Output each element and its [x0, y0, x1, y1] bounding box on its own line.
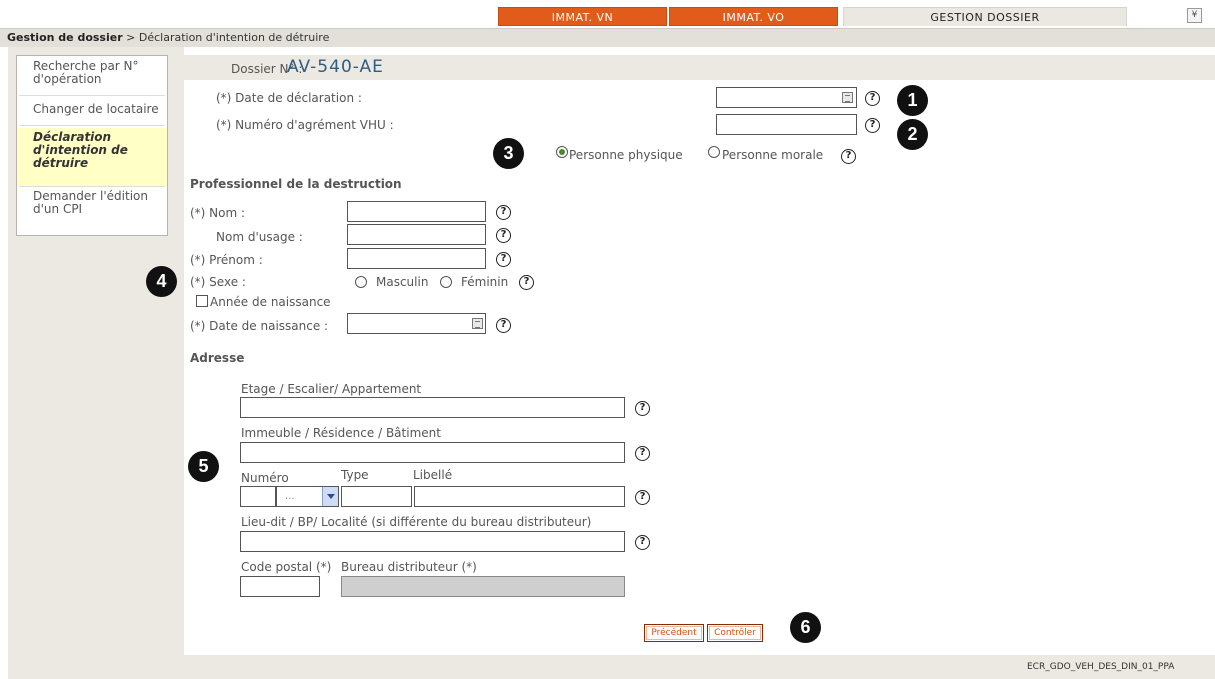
- section-professionnel: Professionnel de la destruction: [190, 177, 402, 191]
- chevron-down-icon[interactable]: [322, 487, 338, 506]
- date-naissance-field[interactable]: [347, 313, 486, 334]
- question-circle-icon[interactable]: ?: [496, 318, 511, 333]
- code-postal-label: Code postal (*): [241, 560, 332, 574]
- agrement-field[interactable]: [716, 114, 857, 135]
- etage-label: Etage / Escalier/ Appartement: [241, 382, 422, 396]
- callout-badge-2: 2: [897, 119, 928, 150]
- sidebar-menu: Recherche par N° d'opération Changer de …: [16, 55, 168, 236]
- dossier-number: AV-540-AE: [287, 57, 384, 77]
- sidebar-divider: [19, 95, 165, 96]
- nom-label: (*) Nom :: [190, 206, 246, 220]
- agrement-label: (*) Numéro d'agrément VHU :: [216, 118, 394, 132]
- breadcrumb: Gestion de dossier > Déclaration d'inten…: [0, 28, 1215, 47]
- nom-usage-label: Nom d'usage :: [216, 230, 303, 244]
- date-declaration-field[interactable]: [716, 87, 857, 108]
- etage-field[interactable]: [240, 397, 625, 418]
- tab-immat-vo[interactable]: IMMAT. VO: [669, 7, 838, 26]
- prenom-label: (*) Prénom :: [190, 253, 263, 267]
- numero-label: Numéro: [241, 471, 289, 485]
- question-circle-icon[interactable]: ?: [635, 535, 650, 550]
- lieudit-field[interactable]: [240, 531, 625, 552]
- button-frame: [709, 626, 761, 640]
- bureau-distributeur-field: [341, 576, 625, 597]
- precedent-button[interactable]: Précédent: [644, 624, 704, 642]
- question-circle-icon[interactable]: ?: [496, 228, 511, 243]
- bureau-label: Bureau distributeur (*): [341, 560, 477, 574]
- annee-naissance-label: Année de naissance: [210, 295, 331, 309]
- personne-morale-label: Personne morale: [722, 148, 824, 162]
- sexe-label: (*) Sexe :: [190, 275, 246, 289]
- sidebar-item-declaration[interactable]: Déclaration d'intention de détruire: [17, 128, 167, 186]
- libelle-voie-field[interactable]: [414, 486, 625, 507]
- main-panel: [184, 47, 1215, 679]
- sidebar-item-recherche[interactable]: Recherche par N° d'opération: [17, 60, 167, 92]
- prenom-field[interactable]: [347, 248, 486, 269]
- button-frame: [646, 626, 702, 640]
- radio-masculin[interactable]: [355, 276, 367, 288]
- radio-personne-physique[interactable]: [556, 146, 568, 158]
- type-voie-field[interactable]: [341, 486, 412, 507]
- question-circle-icon[interactable]: ?: [865, 118, 880, 133]
- section-adresse: Adresse: [190, 351, 245, 365]
- type-label: Type: [341, 468, 369, 482]
- question-circle-icon[interactable]: ?: [496, 205, 511, 220]
- calendar-icon[interactable]: [472, 318, 483, 329]
- immeuble-label: Immeuble / Résidence / Bâtiment: [241, 426, 441, 440]
- numero-complement-select[interactable]: ...: [276, 486, 339, 507]
- sidebar-item-changer-locataire[interactable]: Changer de locataire: [17, 103, 167, 119]
- lieudit-label: Lieu-dit / BP/ Localité (si différente d…: [241, 515, 592, 529]
- callout-badge-5: 5: [188, 451, 219, 482]
- nom-field[interactable]: [347, 201, 486, 222]
- question-circle-icon[interactable]: ?: [496, 252, 511, 267]
- callout-badge-6: 6: [790, 612, 821, 643]
- question-circle-icon[interactable]: ?: [519, 275, 534, 290]
- sidebar-item-demander-cpi[interactable]: Demander l'édition d'un CPI: [17, 190, 167, 222]
- libelle-label: Libellé: [413, 468, 453, 482]
- question-circle-icon[interactable]: ?: [635, 490, 650, 505]
- breadcrumb-root[interactable]: Gestion de dossier: [7, 31, 123, 44]
- sidebar-divider: [19, 186, 165, 187]
- nom-usage-field[interactable]: [347, 224, 486, 245]
- numero-field[interactable]: [240, 486, 276, 507]
- feminin-label: Féminin: [461, 275, 509, 289]
- date-naissance-label: (*) Date de naissance :: [190, 319, 329, 333]
- breadcrumb-current: Déclaration d'intention de détruire: [138, 31, 330, 44]
- question-circle-icon[interactable]: ?: [635, 446, 650, 461]
- controler-button[interactable]: Contrôler: [707, 624, 763, 642]
- chevron-double-down-icon[interactable]: ¥: [1187, 8, 1202, 23]
- code-postal-field[interactable]: [240, 576, 320, 597]
- screen-code: ECR_GDO_VEH_DES_DIN_01_PPA: [1027, 662, 1175, 672]
- callout-badge-1: 1: [897, 85, 928, 116]
- personne-physique-label: Personne physique: [569, 148, 683, 162]
- callout-badge-4: 4: [146, 266, 177, 297]
- question-circle-icon[interactable]: ?: [841, 149, 856, 164]
- masculin-label: Masculin: [376, 275, 429, 289]
- question-circle-icon[interactable]: ?: [635, 401, 650, 416]
- callout-badge-3: 3: [493, 138, 524, 169]
- date-declaration-label: (*) Date de déclaration :: [216, 91, 362, 105]
- tab-gestion-dossier[interactable]: GESTION DOSSIER: [843, 7, 1127, 26]
- radio-feminin[interactable]: [440, 276, 452, 288]
- breadcrumb-separator: >: [122, 31, 139, 44]
- immeuble-field[interactable]: [240, 442, 625, 463]
- left-gutter: [0, 47, 8, 679]
- question-circle-icon[interactable]: ?: [865, 91, 880, 106]
- tab-immat-vn[interactable]: IMMAT. VN: [498, 7, 667, 26]
- annee-naissance-checkbox[interactable]: [196, 295, 208, 307]
- calendar-icon[interactable]: [842, 92, 853, 103]
- select-value: ...: [285, 491, 295, 502]
- radio-personne-morale[interactable]: [708, 146, 720, 158]
- sidebar-divider: [19, 125, 165, 126]
- top-tab-bar: IMMAT. VN IMMAT. VO GESTION DOSSIER ¥: [0, 0, 1215, 27]
